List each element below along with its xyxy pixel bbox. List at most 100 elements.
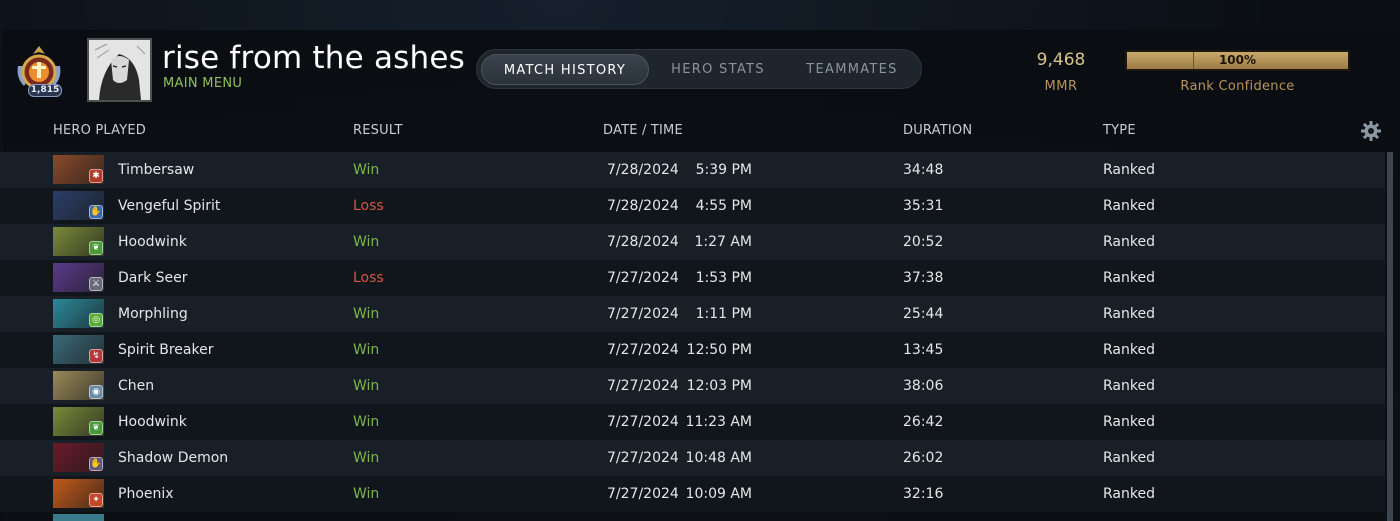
- match-date: 7/27/2024: [607, 378, 679, 394]
- hero-portrait: ✱: [53, 155, 104, 184]
- match-result: Win: [353, 234, 380, 250]
- match-row[interactable]: ↯ Spirit Breaker Win 7/27/2024 12:50 PM 13:45…: [0, 332, 1385, 368]
- column-header-datetime[interactable]: DATE / TIME: [603, 123, 683, 138]
- rank-number-badge: 1,815: [28, 84, 62, 97]
- scrollbar-thumb[interactable]: [1387, 152, 1393, 521]
- hero-portrait: ✋: [53, 191, 104, 220]
- match-type: Ranked: [1103, 306, 1155, 322]
- hero-name: Morphling: [118, 306, 188, 322]
- mmr-value: 9,468: [1036, 50, 1086, 70]
- match-time: 1:27 AM: [694, 234, 752, 250]
- match-time: 1:11 PM: [695, 306, 752, 322]
- avatar[interactable]: [87, 38, 152, 102]
- hero-portrait: ✦: [53, 479, 104, 508]
- column-header-hero[interactable]: HERO PLAYED: [53, 123, 146, 138]
- match-duration: 34:48: [903, 162, 944, 178]
- hero-name: Spirit Breaker: [118, 342, 214, 358]
- match-date: 7/28/2024: [607, 234, 679, 250]
- match-type: Ranked: [1103, 378, 1155, 394]
- rank-confidence-value: 100%: [1218, 53, 1257, 67]
- hero-portrait: ❦: [53, 407, 104, 436]
- match-time: 4:55 PM: [695, 198, 752, 214]
- bolt-icon: ↯: [89, 349, 103, 363]
- hand-icon: ✋: [89, 205, 103, 219]
- rank-confidence-label: Rank Confidence: [1180, 79, 1295, 94]
- hero-portrait: ✋: [53, 443, 104, 472]
- tab-hero-stats[interactable]: HERO STATS: [655, 54, 781, 85]
- match-row[interactable]: ⚔ Dark Seer Loss 7/27/2024 1:53 PM 37:38 Ranke…: [0, 260, 1385, 296]
- hero-name: Timbersaw: [118, 162, 195, 178]
- match-duration: 38:06: [903, 378, 944, 394]
- match-duration: 37:38: [903, 270, 944, 286]
- match-duration: 26:02: [903, 450, 944, 466]
- column-header-type[interactable]: TYPE: [1103, 123, 1136, 138]
- tab-teammates[interactable]: TEAMMATES: [787, 54, 917, 85]
- leaf-icon: ❦: [89, 421, 103, 435]
- match-result: Win: [353, 342, 380, 358]
- match-row[interactable]: ❦ Hoodwink Win 7/27/2024 11:23 AM 26:42 Ranked: [0, 404, 1385, 440]
- match-type: Ranked: [1103, 162, 1155, 178]
- match-date: 7/27/2024: [607, 486, 679, 502]
- match-type: Ranked: [1103, 270, 1155, 286]
- hero-portrait: ❦: [53, 227, 104, 256]
- match-time: 10:48 AM: [685, 450, 752, 466]
- match-result: Win: [353, 306, 380, 322]
- match-row[interactable]: ❦ Hoodwink Win 7/28/2024 1:27 AM 20:52 Ranked: [0, 224, 1385, 260]
- column-header-duration[interactable]: DURATION: [903, 123, 972, 138]
- flame-icon: ✦: [89, 493, 103, 507]
- match-type: Ranked: [1103, 450, 1155, 466]
- match-date: 7/27/2024: [607, 450, 679, 466]
- match-duration: 35:31: [903, 198, 944, 214]
- match-result: Win: [353, 162, 380, 178]
- match-time: 11:23 AM: [685, 414, 752, 430]
- hero-name: Dark Seer: [118, 270, 188, 286]
- match-date: 7/27/2024: [607, 306, 679, 322]
- match-date: 7/28/2024: [607, 162, 679, 178]
- hand-icon: ✋: [89, 457, 103, 471]
- match-date: 7/28/2024: [607, 198, 679, 214]
- tab-match-history[interactable]: MATCH HISTORY: [481, 54, 649, 85]
- hero-portrait: ↯: [53, 335, 104, 364]
- match-row[interactable]: ✱ Timbersaw Win 7/28/2024 5:39 PM 34:48 Ranked: [0, 152, 1385, 188]
- match-result: Loss: [353, 270, 384, 286]
- main-menu-link[interactable]: MAIN MENU: [163, 76, 242, 91]
- match-time: 12:50 PM: [686, 342, 752, 358]
- swirl-icon: ◎: [89, 313, 103, 327]
- match-type: Ranked: [1103, 486, 1155, 502]
- player-name: rise from the ashes: [162, 40, 465, 76]
- match-row[interactable]: ◉ Chen Win 7/27/2024 12:03 PM 38:06 Ranked: [0, 368, 1385, 404]
- profile-tabs: MATCH HISTORY HERO STATS TEAMMATES: [476, 49, 922, 89]
- match-time: 5:39 PM: [695, 162, 752, 178]
- match-duration: 13:45: [903, 342, 944, 358]
- match-duration: 32:16: [903, 486, 944, 502]
- rank-confidence-bar: 100%: [1125, 50, 1350, 71]
- match-result: Win: [353, 450, 380, 466]
- column-header-result[interactable]: RESULT: [353, 123, 403, 138]
- scrollbar[interactable]: [1387, 152, 1393, 521]
- hero-portrait-partial: [53, 514, 104, 521]
- hero-portrait: ◉: [53, 371, 104, 400]
- match-row[interactable]: ◎ Morphling Win 7/27/2024 1:11 PM 25:44 Ranked: [0, 296, 1385, 332]
- match-list: ✱ Timbersaw Win 7/28/2024 5:39 PM 34:48 Ranked…: [0, 152, 1385, 512]
- mmr-label: MMR: [1044, 79, 1078, 94]
- match-type: Ranked: [1103, 234, 1155, 250]
- match-type: Ranked: [1103, 198, 1155, 214]
- gear-icon: ✱: [89, 169, 103, 183]
- hero-portrait: ◎: [53, 299, 104, 328]
- hero-name: Vengeful Spirit: [118, 198, 221, 214]
- hero-name: Hoodwink: [118, 414, 187, 430]
- match-duration: 26:42: [903, 414, 944, 430]
- match-result: Win: [353, 414, 380, 430]
- match-row[interactable]: ✋ Vengeful Spirit Loss 7/28/2024 4:55 PM 35:3…: [0, 188, 1385, 224]
- match-type: Ranked: [1103, 342, 1155, 358]
- match-row[interactable]: ✋ Shadow Demon Win 7/27/2024 10:48 AM 26:02 Ra…: [0, 440, 1385, 476]
- hero-name: Chen: [118, 378, 155, 394]
- match-row[interactable]: ✦ Phoenix Win 7/27/2024 10:09 AM 32:16 Ranked: [0, 476, 1385, 512]
- match-result: Win: [353, 378, 380, 394]
- match-date: 7/27/2024: [607, 414, 679, 430]
- leaf-icon: ❦: [89, 241, 103, 255]
- match-time: 10:09 AM: [685, 486, 752, 502]
- match-type: Ranked: [1103, 414, 1155, 430]
- match-result: Loss: [353, 198, 384, 214]
- gear-icon[interactable]: [1360, 120, 1382, 142]
